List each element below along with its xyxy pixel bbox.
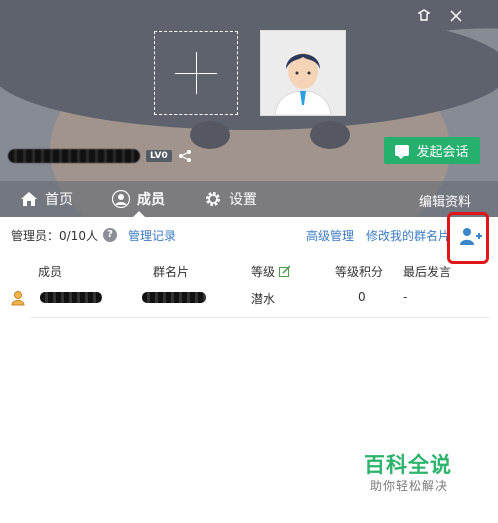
watermark-subtitle: 助你轻松解决 [370, 479, 449, 493]
tab-home[interactable]: 首页 [20, 181, 73, 217]
admin-count-label: 管理员：0/10人 [11, 229, 98, 243]
add-member-button[interactable] [447, 212, 489, 264]
edit-profile-link[interactable]: 编辑资料 [419, 191, 471, 210]
column-group-card[interactable]: 群名片 [153, 263, 189, 280]
tab-settings-label: 设置 [229, 192, 257, 208]
add-photo-button[interactable] [154, 31, 238, 115]
column-last-speak[interactable]: 最后发言 [403, 263, 451, 280]
admin-records-link[interactable]: 管理记录 [128, 227, 176, 244]
person-icon [112, 190, 130, 208]
table-row[interactable]: 潜水 0 - [0, 285, 498, 311]
column-member[interactable]: 成员 [38, 263, 62, 280]
add-member-icon [460, 228, 482, 245]
group-name: LV0 [8, 147, 192, 165]
group-avatar[interactable] [260, 30, 346, 116]
home-icon [21, 192, 37, 206]
member-points: 0 [358, 290, 366, 304]
tab-members[interactable]: 成员 [112, 181, 165, 217]
start-chat-label: 发起会话 [416, 145, 469, 160]
member-level: 潜水 [251, 292, 276, 306]
share-icon[interactable] [178, 149, 192, 163]
redacted-group-name [8, 149, 140, 163]
column-level-points[interactable]: 等级积分 [335, 263, 383, 280]
edit-my-card-link[interactable]: 修改我的群名片 [366, 227, 450, 244]
redacted-member-name [40, 292, 102, 303]
help-icon[interactable]: ? [103, 228, 117, 242]
tab-home-label: 首页 [45, 192, 73, 208]
group-banner: LV0 发起会话 首页 成员 设置 编辑资料 [0, 0, 498, 217]
level-badge: LV0 [146, 150, 172, 162]
redacted-group-card [142, 292, 206, 303]
avatar-image [261, 31, 345, 115]
tab-settings[interactable]: 设置 [204, 181, 257, 217]
skin-icon[interactable] [414, 8, 434, 28]
advanced-management-link[interactable]: 高级管理 [306, 227, 354, 244]
member-table-header: 成员 群名片 等级 等级积分 最后发言 [0, 260, 498, 282]
start-chat-button[interactable]: 发起会话 [384, 137, 480, 164]
column-level[interactable]: 等级 [251, 263, 291, 280]
edit-icon[interactable] [278, 265, 291, 277]
chat-icon [395, 145, 410, 159]
gear-icon [206, 192, 220, 206]
row-divider [30, 317, 490, 318]
close-icon[interactable] [446, 8, 466, 28]
watermark-title: 百科全说 [364, 453, 452, 477]
tab-members-label: 成员 [137, 192, 165, 208]
admin-row: 管理员：0/10人 ? 管理记录 高级管理 修改我的群名片 [0, 217, 498, 254]
member-last-speak: - [403, 290, 408, 304]
